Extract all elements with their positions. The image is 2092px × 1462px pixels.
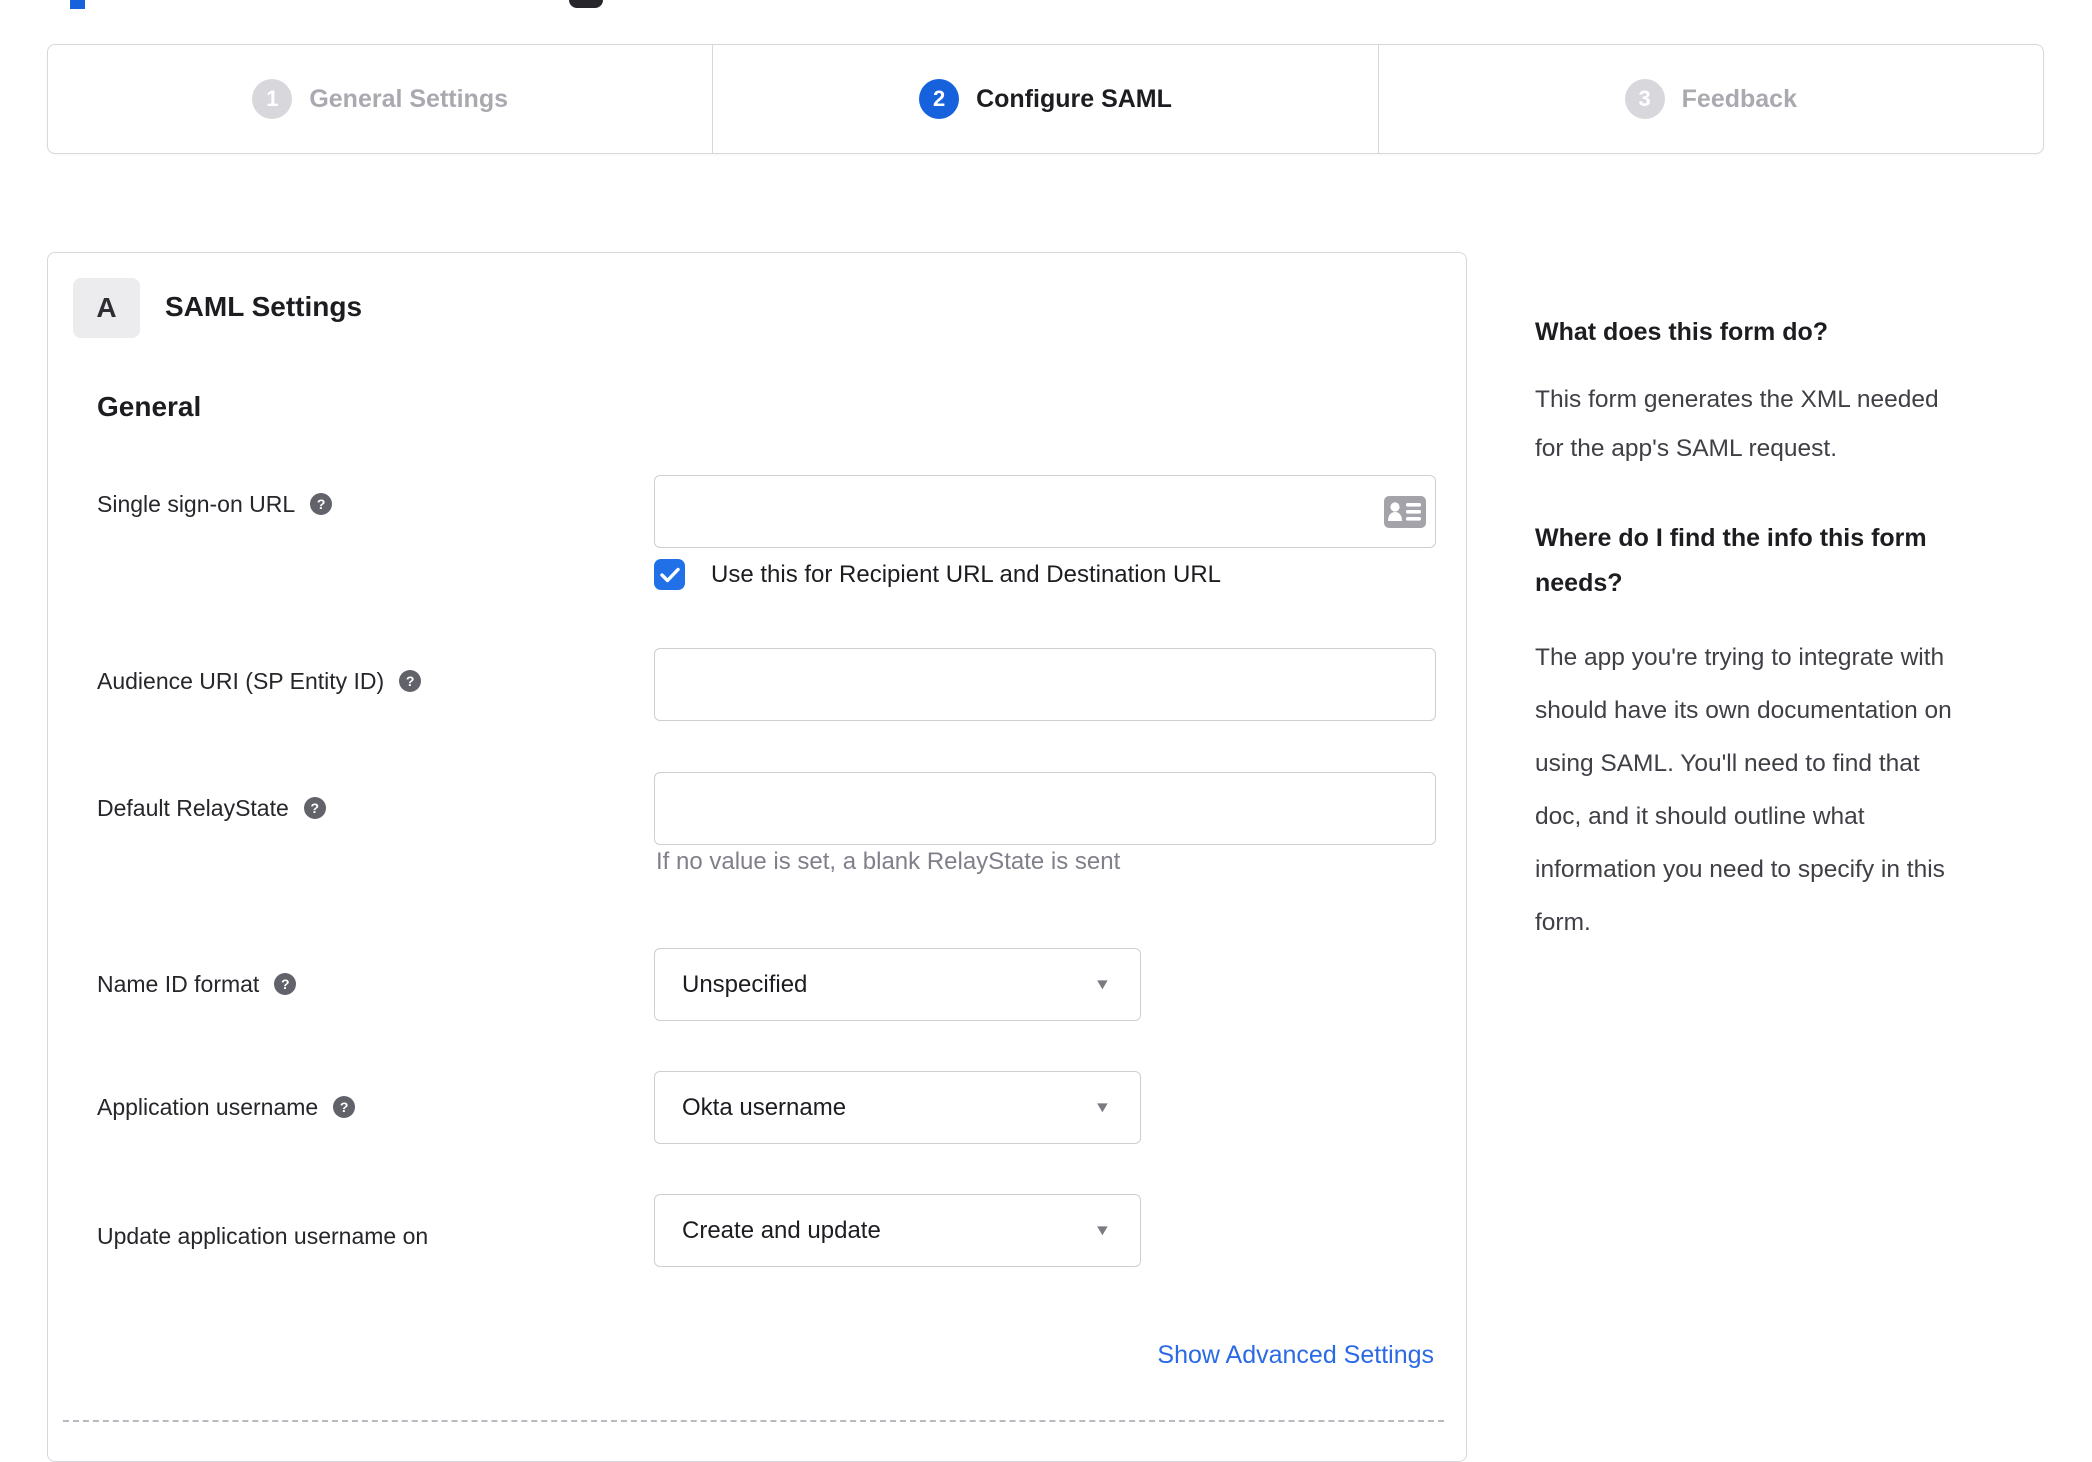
recipient-url-checkbox-row: Use this for Recipient URL and Destinati… [654,559,1221,590]
step-2-label: Configure SAML [976,84,1172,113]
sso-url-label-text: Single sign-on URL [97,491,296,517]
step-1-number-badge: 1 [252,79,293,119]
step-3-label: Feedback [1681,84,1797,113]
recipient-url-checkbox-label: Use this for Recipient URL and Destinati… [711,560,1222,588]
audience-uri-input[interactable] [654,648,1436,721]
step-3-number-badge: 3 [1624,79,1665,119]
panel-title: SAML Settings [165,291,363,322]
relay-state-help-icon[interactable]: ? [303,797,326,819]
saml-settings-panel: A SAML Settings General Single sign-on U… [47,252,1467,1462]
sso-url-help-icon[interactable]: ? [310,493,333,515]
name-id-format-select[interactable]: Unspecified ▼ [654,948,1141,1021]
sso-url-input[interactable] [654,475,1436,548]
audience-uri-help-icon[interactable]: ? [399,670,422,692]
audience-uri-label-text: Audience URI (SP Entity ID) [97,668,385,694]
relay-state-label-text: Default RelayState [97,795,289,821]
help-answer-2-line: form. [1535,909,1591,936]
update-username-label-text: Update application username on [97,1223,429,1249]
help-question-2: needs? [1535,569,1623,597]
step-1-label: General Settings [309,84,508,113]
update-username-label: Update application username on [97,1221,428,1251]
show-advanced-settings-link[interactable]: Show Advanced Settings [1157,1341,1434,1370]
help-answer-1-line: This form generates the XML needed [1535,386,1939,413]
help-answer-2-line: doc, and it should outline what [1535,803,1865,830]
step-general-settings[interactable]: 1 General Settings [48,45,712,153]
cropped-icon-fragment [569,0,603,8]
name-id-format-label-text: Name ID format [97,971,260,997]
help-question-2: Where do I find the info this form [1535,524,1927,552]
name-id-format-value: Unspecified [682,970,808,998]
recipient-url-checkbox[interactable] [654,559,685,590]
relay-state-label: Default RelayState ? [97,793,326,823]
help-answer-2-line: The app you're trying to integrate with [1535,644,1945,671]
step-feedback[interactable]: 3 Feedback [1377,45,2043,153]
chevron-down-icon: ▼ [1093,1222,1112,1239]
help-answer-1-line: for the app's SAML request. [1535,435,1838,462]
section-dashed-divider [63,1420,1444,1422]
name-id-format-label: Name ID format ? [97,969,297,999]
help-answer-2-line: using SAML. You'll need to find that [1535,750,1920,777]
chevron-down-icon: ▼ [1093,1099,1112,1116]
help-answer-2-line: information you need to specify in this [1535,856,1945,883]
step-configure-saml[interactable]: 2 Configure SAML [712,45,1377,153]
cropped-logo-fragment [70,0,85,9]
audience-uri-label: Audience URI (SP Entity ID) ? [97,666,422,696]
help-question-1: What does this form do? [1535,318,1829,346]
wizard-stepper: 1 General Settings 2 Configure SAML 3 Fe… [47,44,2044,154]
app-username-label-text: Application username [97,1094,319,1120]
app-username-label: Application username ? [97,1092,356,1122]
general-section-heading: General [97,391,202,422]
sso-url-label: Single sign-on URL ? [97,489,333,519]
app-username-help-icon[interactable]: ? [333,1096,356,1118]
step-2-number-badge: 2 [919,79,960,119]
app-username-select[interactable]: Okta username ▼ [654,1071,1141,1144]
help-answer-2-line: should have its own documentation on [1535,697,1952,724]
update-username-select[interactable]: Create and update ▼ [654,1194,1141,1267]
name-id-format-help-icon[interactable]: ? [274,973,297,995]
app-username-value: Okta username [682,1093,847,1121]
contact-card-icon[interactable] [1384,496,1426,528]
relay-state-hint: If no value is set, a blank RelayState i… [656,848,1121,875]
section-a-badge: A [73,278,140,338]
update-username-value: Create and update [682,1216,881,1244]
relay-state-input[interactable] [654,772,1436,845]
chevron-down-icon: ▼ [1093,976,1112,993]
